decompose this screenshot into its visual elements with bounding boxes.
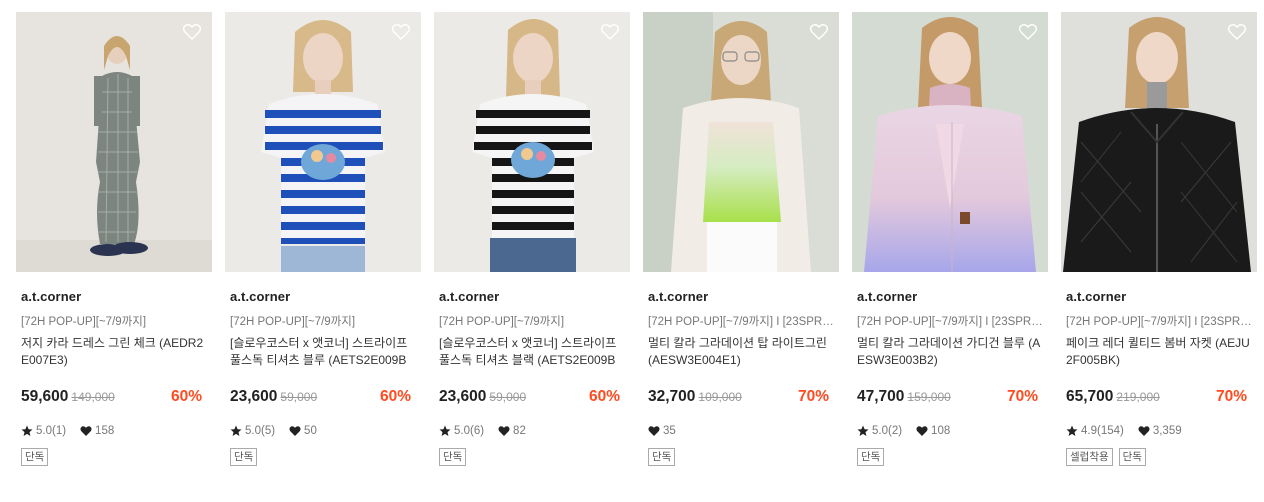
- meta-row: 5.0(2) 108: [857, 423, 1043, 439]
- product-name[interactable]: 페이크 레더 퀼티드 봄버 자켓 (AEJU2F005BK): [1066, 335, 1252, 369]
- likes-count: 35: [663, 425, 676, 437]
- wishlist-heart-icon[interactable]: [1227, 22, 1247, 42]
- celeb-badge: 셀럽착용: [1066, 448, 1113, 466]
- product-card[interactable]: a.t.corner [72H POP-UP][~7/9까지] I [23SPR…: [1061, 12, 1257, 492]
- brand-name[interactable]: a.t.corner: [1066, 289, 1252, 305]
- product-image[interactable]: [434, 12, 630, 272]
- exclusive-badge: 단독: [857, 448, 885, 466]
- star-icon: [439, 425, 451, 436]
- wishlist-heart-icon[interactable]: [1018, 22, 1038, 42]
- exclusive-badge: 단독: [439, 448, 467, 466]
- brand-name[interactable]: a.t.corner: [21, 289, 207, 305]
- brand-name[interactable]: a.t.corner: [230, 289, 416, 305]
- promo-label: [72H POP-UP][~7/9까지] I [23SPRI...: [857, 316, 1043, 328]
- promo-label: [72H POP-UP][~7/9까지]: [230, 316, 356, 328]
- likes-count: 82: [513, 425, 526, 437]
- rating-text: 4.9(154): [1081, 425, 1124, 437]
- sale-price: 47,700: [857, 388, 905, 405]
- discount-rate: 70%: [797, 388, 829, 405]
- wishlist-heart-icon[interactable]: [391, 22, 411, 42]
- product-name[interactable]: [슬로우코스터 x 앳코너] 스트라이프 풀스독 티셔츠 블랙 (AETS2E0…: [439, 335, 625, 369]
- price-row: 32,700 109,000 70%: [648, 388, 834, 408]
- sale-price: 23,600: [230, 388, 278, 405]
- product-card[interactable]: a.t.corner [72H POP-UP][~7/9까지] I [23SPR…: [643, 12, 839, 492]
- price-row: 65,700 219,000 70%: [1066, 388, 1252, 408]
- original-price: 109,000: [698, 390, 742, 404]
- promo-label: [72H POP-UP][~7/9까지] I [23SPRI...: [648, 316, 834, 328]
- likes-count: 50: [304, 425, 317, 437]
- product-name[interactable]: [슬로우코스터 x 앳코너] 스트라이프 풀스독 티셔츠 블루 (AETS2E0…: [230, 335, 416, 369]
- product-image[interactable]: [1061, 12, 1257, 272]
- brand-name[interactable]: a.t.corner: [857, 289, 1043, 305]
- wishlist-heart-icon[interactable]: [600, 22, 620, 42]
- heart-icon: [498, 426, 510, 436]
- discount-rate: 60%: [170, 388, 202, 405]
- heart-icon: [80, 426, 92, 436]
- promo-label: [72H POP-UP][~7/9까지] I [23SPRI...: [1066, 316, 1252, 328]
- meta-row: 5.0(5) 50: [230, 423, 416, 439]
- sale-price: 65,700: [1066, 388, 1114, 405]
- product-image[interactable]: [16, 12, 212, 272]
- brand-name[interactable]: a.t.corner: [439, 289, 625, 305]
- exclusive-badge: 단독: [21, 448, 49, 466]
- price-row: 59,600 149,000 60%: [21, 388, 207, 408]
- star-icon: [21, 425, 33, 436]
- price-row: 47,700 159,000 70%: [857, 388, 1043, 408]
- brand-name[interactable]: a.t.corner: [648, 289, 834, 305]
- likes-count: 3,359: [1152, 425, 1182, 437]
- discount-rate: 60%: [379, 388, 411, 405]
- rating-text: 5.0(5): [245, 425, 276, 437]
- star-icon: [1066, 425, 1078, 436]
- discount-rate: 70%: [1215, 388, 1247, 405]
- product-name[interactable]: 멀티 칼라 그라데이션 가디건 블루 (AESW3E003B2): [857, 335, 1043, 369]
- product-card[interactable]: a.t.corner [72H POP-UP][~7/9까지] [슬로우코스터 …: [434, 12, 630, 492]
- wishlist-heart-icon[interactable]: [809, 22, 829, 42]
- product-card[interactable]: a.t.corner [72H POP-UP][~7/9까지] 저지 카라 드레…: [16, 12, 212, 492]
- product-name[interactable]: 저지 카라 드레스 그린 체크 (AEDR2E007E3): [21, 335, 207, 369]
- sale-price: 59,600: [21, 388, 69, 405]
- product-card[interactable]: a.t.corner [72H POP-UP][~7/9까지] [슬로우코스터 …: [225, 12, 421, 492]
- original-price: 59,000: [489, 390, 527, 404]
- meta-row: 4.9(154) 3,359: [1066, 423, 1252, 439]
- meta-row: 35: [648, 423, 834, 439]
- product-name[interactable]: 멀티 칼라 그라데이션 탑 라이트그린 (AESW3E004E1): [648, 335, 834, 369]
- meta-row: 5.0(6) 82: [439, 423, 625, 439]
- heart-icon: [1138, 426, 1150, 436]
- sale-price: 32,700: [648, 388, 696, 405]
- discount-rate: 60%: [588, 388, 620, 405]
- promo-label: [72H POP-UP][~7/9까지]: [21, 316, 147, 328]
- rating-text: 5.0(2): [872, 425, 903, 437]
- product-image[interactable]: [643, 12, 839, 272]
- promo-label: [72H POP-UP][~7/9까지]: [439, 316, 565, 328]
- original-price: 59,000: [280, 390, 318, 404]
- likes-count: 108: [931, 425, 951, 437]
- product-grid: a.t.corner [72H POP-UP][~7/9까지] 저지 카라 드레…: [0, 0, 1264, 502]
- rating-text: 5.0(1): [36, 425, 67, 437]
- exclusive-badge: 단독: [1118, 448, 1146, 466]
- wishlist-heart-icon[interactable]: [182, 22, 202, 42]
- likes-count: 158: [95, 425, 115, 437]
- star-icon: [230, 425, 242, 436]
- product-image[interactable]: [852, 12, 1048, 272]
- product-card[interactable]: a.t.corner [72H POP-UP][~7/9까지] I [23SPR…: [852, 12, 1048, 492]
- price-row: 23,600 59,000 60%: [230, 388, 416, 408]
- exclusive-badge: 단독: [230, 448, 258, 466]
- original-price: 219,000: [1116, 390, 1160, 404]
- exclusive-badge: 단독: [648, 448, 676, 466]
- heart-icon: [648, 426, 660, 436]
- rating-text: 5.0(6): [454, 425, 485, 437]
- original-price: 149,000: [71, 390, 115, 404]
- discount-rate: 70%: [1006, 388, 1038, 405]
- product-image[interactable]: [225, 12, 421, 272]
- star-icon: [857, 425, 869, 436]
- heart-icon: [289, 426, 301, 436]
- meta-row: 5.0(1) 158: [21, 423, 207, 439]
- original-price: 159,000: [907, 390, 951, 404]
- heart-icon: [916, 426, 928, 436]
- price-row: 23,600 59,000 60%: [439, 388, 625, 408]
- sale-price: 23,600: [439, 388, 487, 405]
